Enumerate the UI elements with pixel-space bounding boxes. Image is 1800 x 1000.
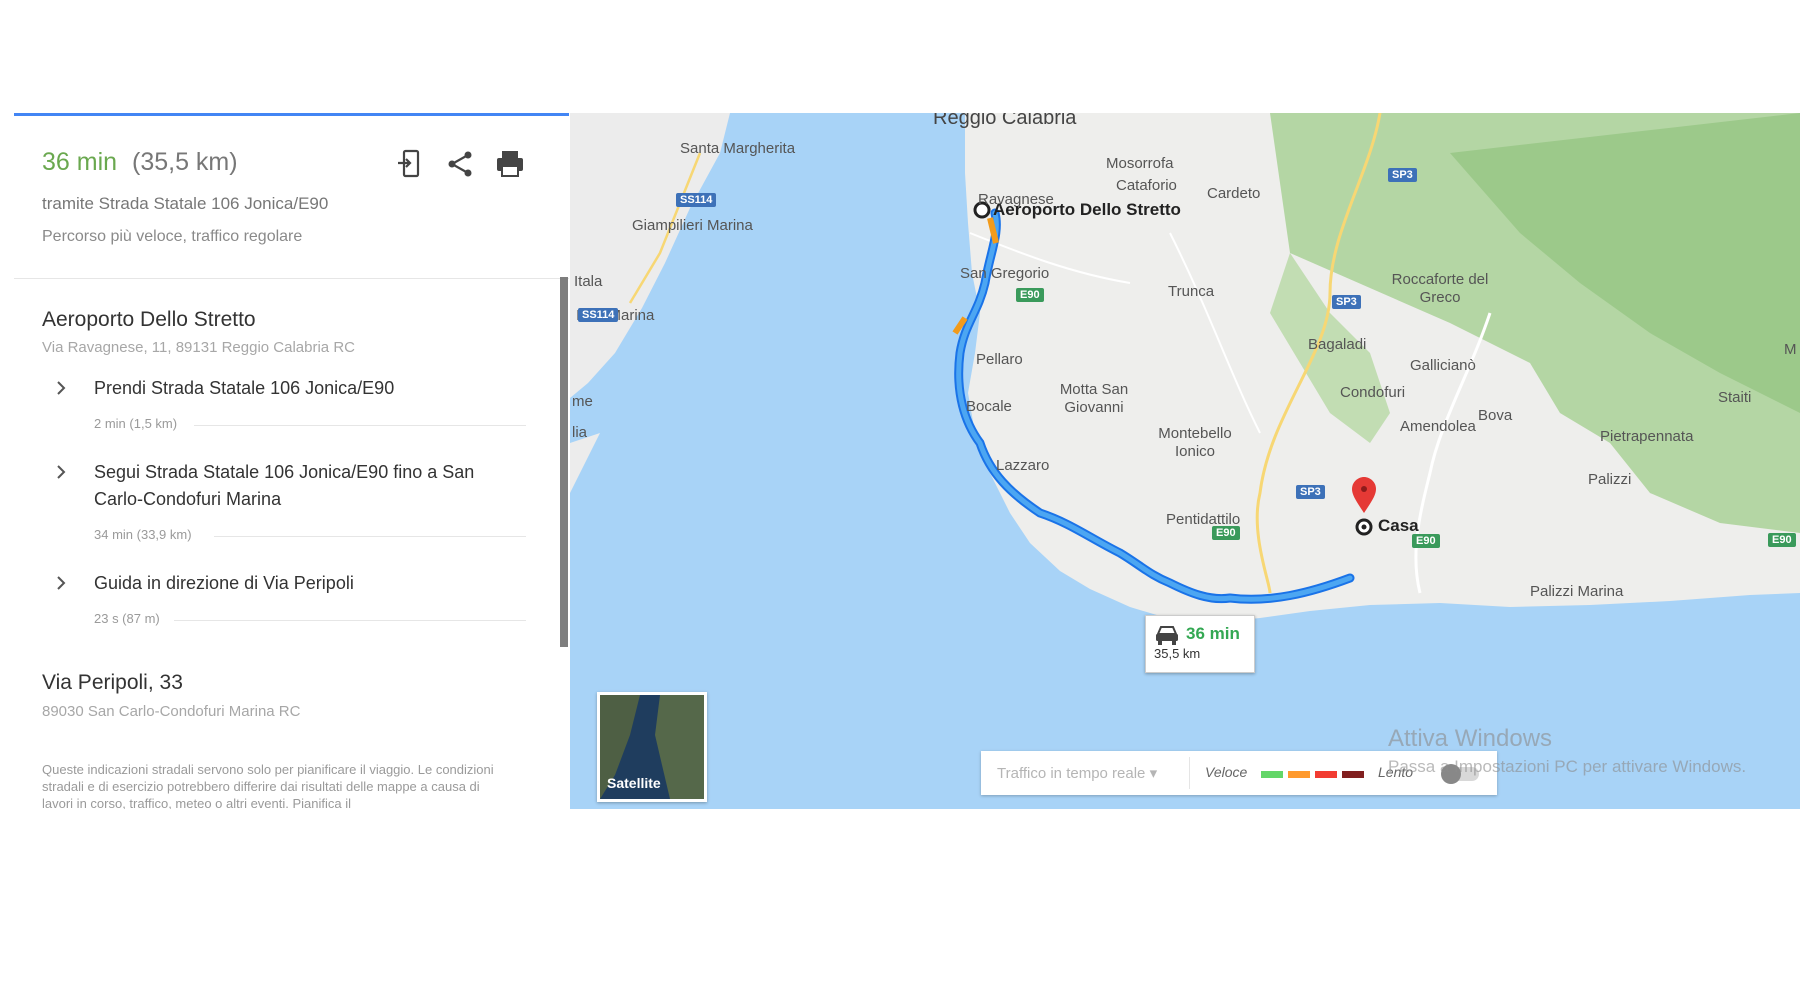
share-button[interactable]	[442, 146, 478, 182]
road-shield: E90	[1212, 526, 1240, 540]
disclaimer-text: Queste indicazioni stradali servono solo…	[42, 762, 494, 809]
route-note: Percorso più veloce, traffico regolare	[42, 228, 303, 245]
map-place-label: Bagaladi	[1308, 336, 1367, 353]
map-place-label: me	[572, 393, 593, 410]
map-place-label: Montebello Ionico	[1158, 425, 1232, 460]
map-place-label: Gallicianò	[1410, 357, 1476, 374]
map-place-label: San Gregorio	[960, 265, 1050, 282]
map-base-graphic	[570, 113, 1800, 623]
map-place-label: Reggio Calabria	[933, 113, 1077, 129]
route-info-card[interactable]: 36 min 35,5 km	[1145, 615, 1255, 673]
panel-scrollbar[interactable]	[560, 277, 568, 647]
map-place-label: Pellaro	[976, 351, 1023, 368]
chevron-down-icon: ▾	[1149, 765, 1158, 782]
route-summary[interactable]: 36 min (35,5 km) tramite Strada Statale …	[14, 116, 569, 279]
print-button[interactable]	[492, 146, 528, 182]
road-shield: SS114	[676, 193, 717, 207]
map-place-label: Roccaforte del Greco	[1391, 271, 1489, 306]
road-shield: SS114	[578, 308, 619, 322]
chevron-right-icon[interactable]	[52, 574, 70, 592]
step-row[interactable]: Segui Strada Statale 106 Jonica/E90 fino…	[14, 459, 544, 559]
step-meta: 34 min (33,9 km)	[94, 527, 192, 542]
map-place-label: Staiti	[1718, 389, 1752, 406]
step-instruction: Guida in direzione di Via Peripoli	[94, 573, 354, 593]
step-divider	[174, 620, 526, 621]
step-divider	[194, 425, 526, 426]
map-place-label: Palizzi	[1588, 471, 1632, 488]
chevron-right-icon[interactable]	[52, 379, 70, 397]
step-instruction: Prendi Strada Statale 106 Jonica/E90	[94, 378, 395, 398]
map-place-label: lia	[572, 424, 588, 441]
map-place-label: Bocale	[966, 398, 1012, 415]
map-place-label: Palizzi Marina	[1530, 583, 1624, 600]
destination-address: 89030 San Carlo-Condofuri Marina RC	[42, 703, 301, 720]
route-duration: 36 min	[42, 148, 118, 176]
step-divider	[214, 536, 526, 537]
traffic-select-label: Traffico in tempo reale	[997, 765, 1146, 782]
send-to-device-button[interactable]	[392, 146, 428, 182]
print-icon	[497, 151, 523, 177]
step-instruction: Segui Strada Statale 106 Jonica/E90 fino…	[94, 462, 475, 509]
traffic-divider	[1189, 757, 1190, 789]
step-meta: 2 min (1,5 km)	[94, 416, 178, 431]
car-icon	[1156, 626, 1178, 645]
destination-title: Via Peripoli, 33	[42, 671, 183, 694]
traffic-legend-swatch	[1342, 771, 1364, 778]
satellite-label: Satellite	[607, 775, 661, 791]
traffic-legend-swatch	[1261, 771, 1283, 778]
road-shield: E90	[1016, 288, 1044, 302]
chevron-right-icon[interactable]	[52, 463, 70, 481]
road-shield: E90	[1412, 534, 1440, 548]
directions-panel: 36 min (35,5 km) tramite Strada Statale …	[14, 113, 569, 809]
traffic-legend-swatch	[1288, 771, 1310, 778]
road-shield: SP3	[1296, 485, 1325, 499]
route-card-time: 36 min	[1186, 624, 1240, 643]
traffic-select[interactable]: Traffico in tempo reale ▾	[997, 764, 1157, 782]
map-place-label: M	[1784, 341, 1797, 358]
send-to-device-icon	[398, 149, 420, 178]
map-place-label: Amendolea	[1400, 418, 1476, 435]
route-card-distance: 35,5 km	[1154, 646, 1201, 661]
origin-map-label: Aeroporto Dello Stretto	[993, 200, 1181, 219]
satellite-toggle[interactable]: Satellite	[597, 692, 707, 802]
map-place-label: Condofuri	[1340, 384, 1406, 401]
map-place-label: Motta San Giovanni	[1059, 381, 1129, 416]
map-place-label: Itala	[574, 273, 603, 290]
step-row[interactable]: Guida in direzione di Via Peripoli 23 s …	[14, 570, 544, 650]
map-canvas[interactable]: Reggio Calabria Santa Margherita Giampil…	[570, 113, 1800, 809]
route-via: tramite Strada Statale 106 Jonica/E90	[42, 194, 329, 213]
directions-app: 36 min (35,5 km) tramite Strada Statale …	[14, 113, 1800, 809]
road-shield: SP3	[1332, 295, 1361, 309]
road-shield: E90	[1768, 533, 1796, 547]
map-place-label: Cataforio	[1116, 177, 1177, 194]
road-shield: SP3	[1388, 168, 1417, 182]
map-place-label: Santa Margherita	[680, 140, 796, 157]
origin-address: Via Ravagnese, 11, 89131 Reggio Calabria…	[42, 339, 355, 356]
map-place-label: Cardeto	[1207, 185, 1261, 202]
map-place-label: Pietrapennata	[1600, 428, 1694, 445]
origin-title: Aeroporto Dello Stretto	[42, 308, 256, 331]
map-place-label: Bova	[1478, 407, 1513, 424]
map-place-label: Giampilieri Marina	[632, 217, 753, 234]
traffic-legend-swatch	[1315, 771, 1337, 778]
share-icon	[448, 151, 472, 177]
map-place-label: Lazzaro	[996, 457, 1050, 474]
step-row[interactable]: Prendi Strada Statale 106 Jonica/E90 2 m…	[14, 375, 544, 455]
windows-activation-watermark-sub: Passa a Impostazioni PC per attivare Win…	[1388, 757, 1747, 776]
step-meta: 23 s (87 m)	[94, 611, 160, 626]
map-place-label: Mosorrofa	[1106, 155, 1174, 172]
route-distance: (35,5 km)	[132, 148, 238, 176]
traffic-fast-label: Veloce	[1205, 764, 1248, 780]
windows-activation-watermark: Attiva Windows	[1388, 725, 1553, 752]
map-place-label: Trunca	[1168, 283, 1215, 300]
destination-map-label: Casa	[1378, 516, 1419, 535]
